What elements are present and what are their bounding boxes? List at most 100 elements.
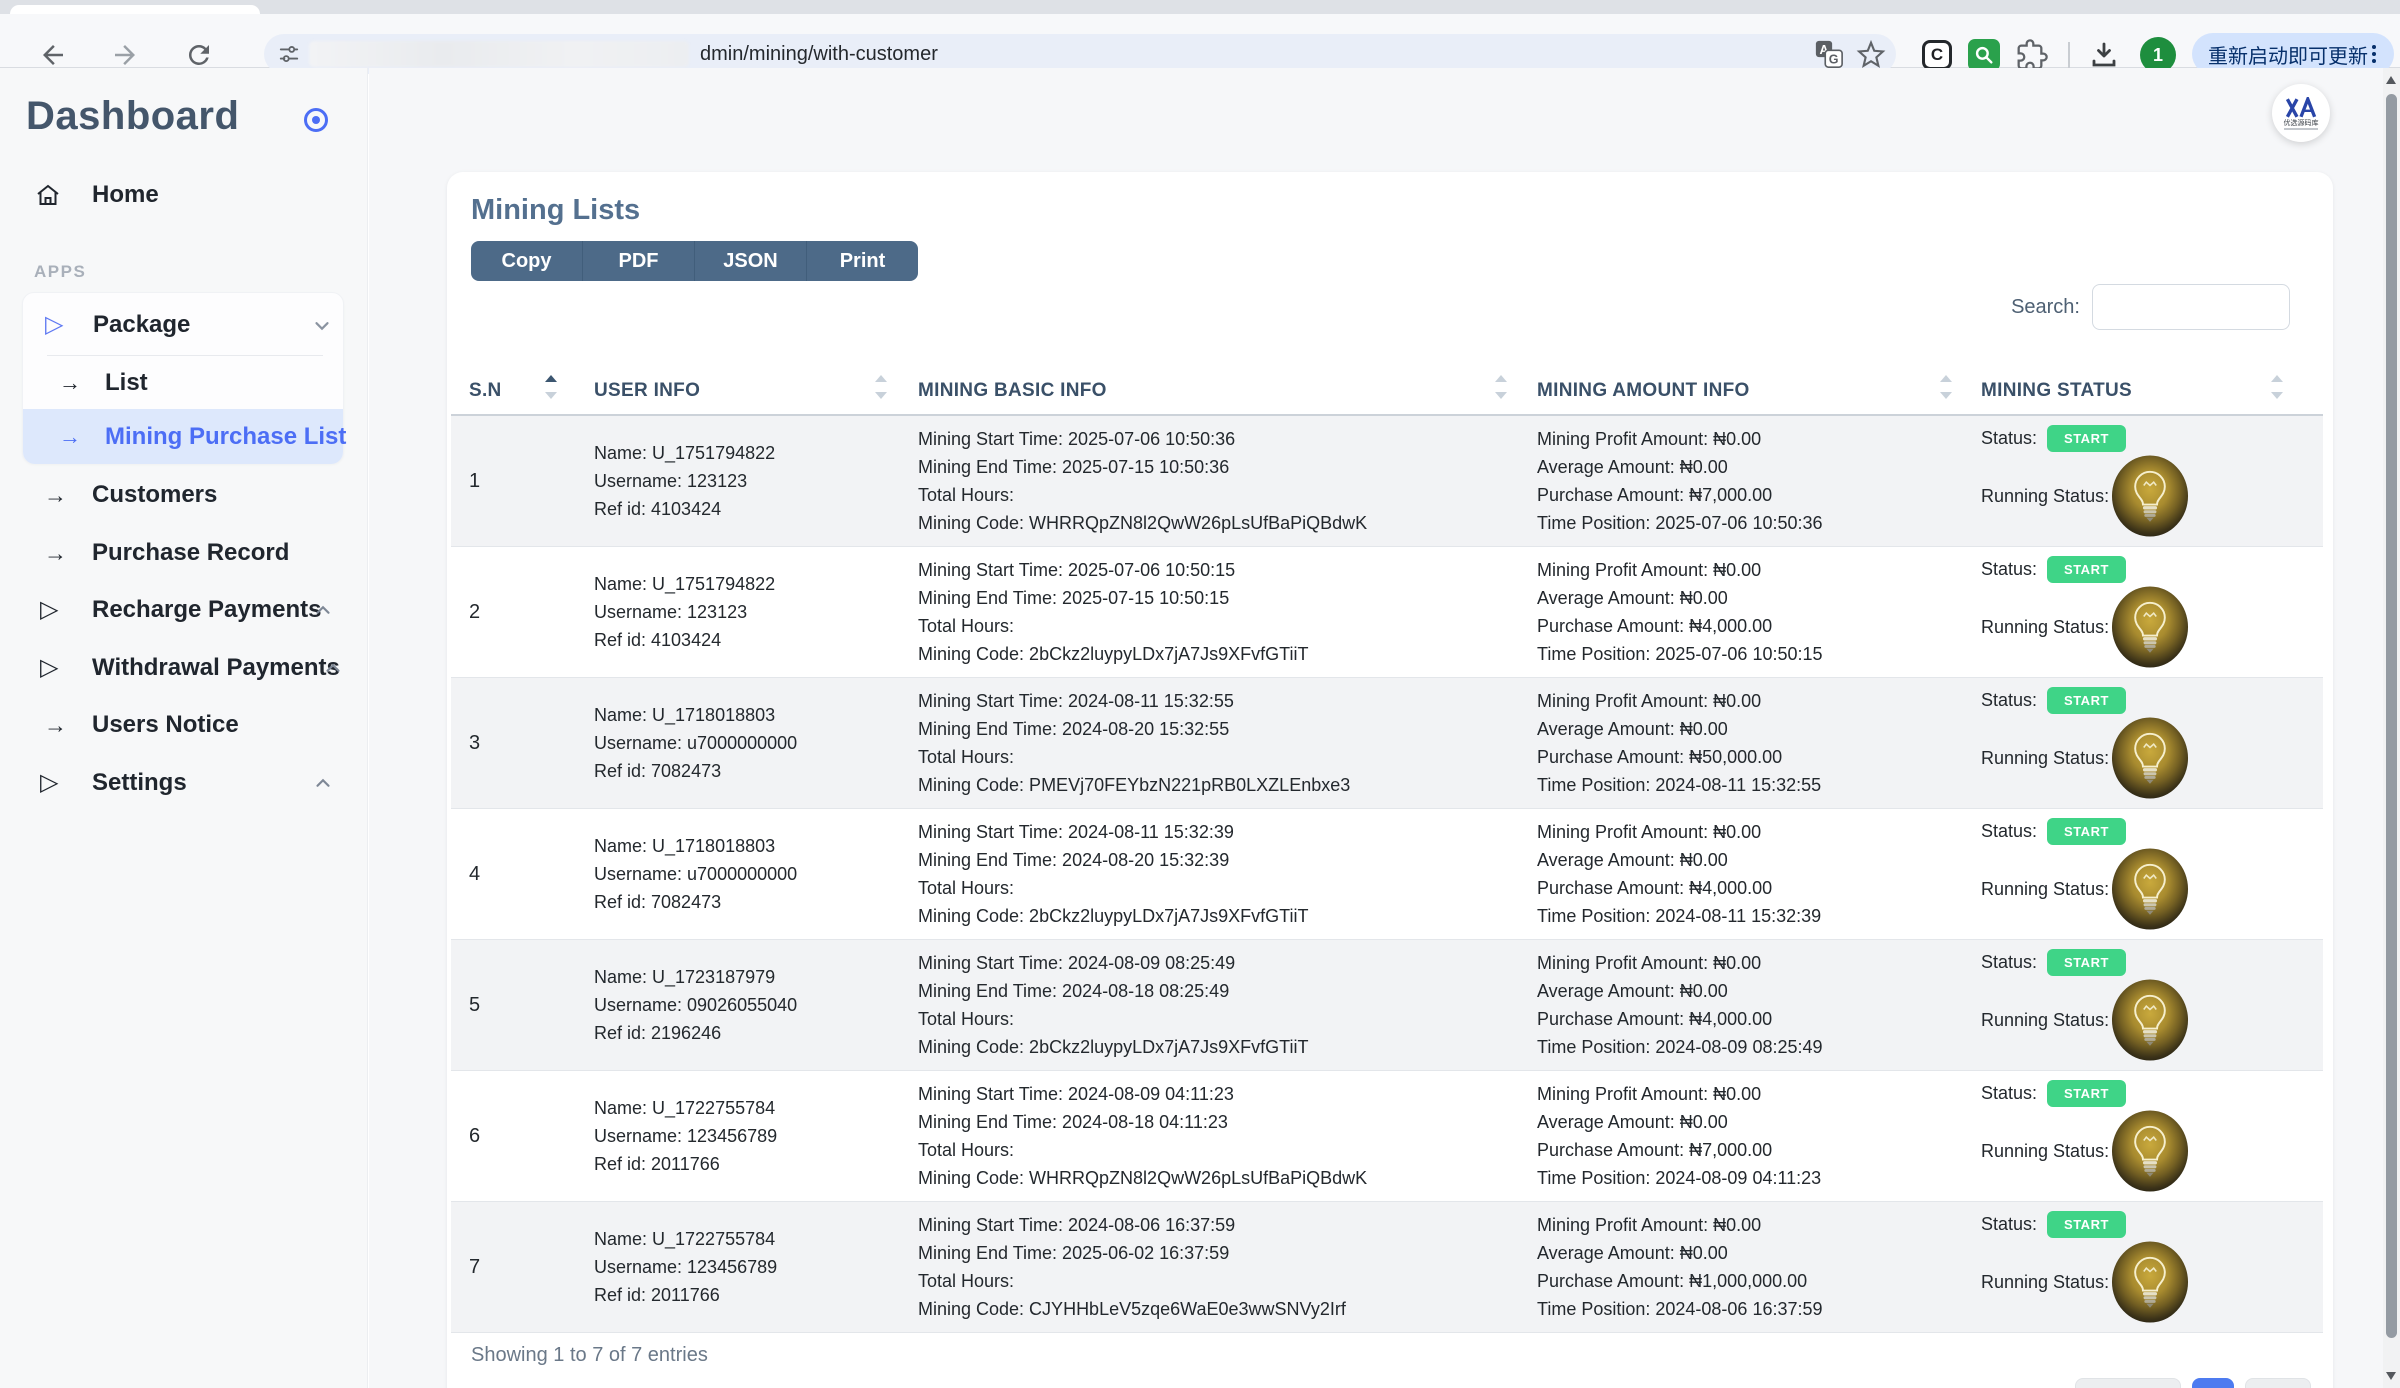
cell-mining-status: Status:STARTRunning Status: — [1972, 416, 2323, 546]
forward-icon[interactable] — [110, 40, 140, 70]
sidebar-item-withdrawal-payments[interactable]: ▷ Withdrawal Payments — [0, 645, 368, 691]
user-info-line: Username: 09026055040 — [594, 995, 907, 1016]
sidebar-item-mining-purchase-list[interactable]: → Mining Purchase List — [23, 409, 343, 464]
sidebar-item-purchase-record[interactable]: → Purchase Record — [0, 530, 368, 576]
start-status-badge[interactable]: START — [2047, 1211, 2126, 1238]
amount-info-line: Purchase Amount: ₦4,000.00 — [1537, 1009, 1972, 1030]
cell-mining-basic-info: Mining Start Time: 2025-07-06 10:50:15Mi… — [907, 547, 1527, 677]
column-header-mining-basic-info[interactable]: MINING BASIC INFO — [907, 368, 1527, 414]
package-menu-group: ▷ Package → List → Mining Purchase List — [22, 292, 344, 464]
pagination-previous-button[interactable] — [2075, 1378, 2181, 1388]
sort-icons[interactable] — [1940, 375, 1952, 399]
column-header-mining-status[interactable]: MINING STATUS — [1972, 368, 2323, 414]
running-status-bulb-icon[interactable] — [2111, 717, 2189, 799]
sidebar-item-users-notice[interactable]: → Users Notice — [0, 702, 368, 748]
back-icon[interactable] — [38, 40, 68, 70]
sidebar-item-recharge-payments[interactable]: ▷ Recharge Payments — [0, 587, 368, 633]
sort-icons[interactable] — [875, 375, 887, 399]
status-line: Status:START — [1981, 1080, 2323, 1107]
basic-info-line: Mining End Time: 2024-08-18 08:25:49 — [918, 981, 1527, 1002]
downloads-icon[interactable] — [2088, 39, 2120, 71]
chevron-up-icon — [322, 657, 344, 679]
extension-search-icon[interactable] — [1968, 39, 2000, 71]
column-header-user-info[interactable]: USER INFO — [577, 368, 907, 414]
chevron-up-icon — [312, 772, 334, 794]
basic-info-line: Mining End Time: 2025-07-15 10:50:36 — [918, 457, 1527, 478]
running-status-bulb-icon[interactable] — [2111, 455, 2189, 537]
start-status-badge[interactable]: START — [2047, 818, 2126, 845]
start-status-badge[interactable]: START — [2047, 556, 2126, 583]
user-info-line: Username: u7000000000 — [594, 864, 907, 885]
running-status-line: Running Status: — [1981, 1110, 2323, 1192]
running-status-bulb-icon[interactable] — [2111, 1241, 2189, 1323]
pdf-button[interactable]: PDF — [583, 241, 695, 281]
site-settings-icon[interactable] — [278, 43, 300, 65]
print-button[interactable]: Print — [807, 241, 918, 281]
mining-lists-table: S.N USER INFO MINING BASIC INFO MINING A… — [451, 368, 2323, 1333]
start-status-badge[interactable]: START — [2047, 949, 2126, 976]
reload-icon[interactable] — [184, 40, 214, 70]
sort-icons[interactable] — [1495, 375, 1507, 399]
sidebar-item-home[interactable]: Home — [0, 172, 368, 218]
vertical-scrollbar[interactable] — [2383, 68, 2400, 1388]
sidebar-collapse-icon[interactable] — [300, 104, 332, 136]
sidebar-item-package[interactable]: ▷ Package — [23, 301, 343, 349]
extension-c-icon[interactable]: C — [1922, 40, 1952, 70]
cell-serial-number: 3 — [451, 678, 577, 808]
cell-mining-basic-info: Mining Start Time: 2024-08-11 15:32:39Mi… — [907, 809, 1527, 939]
arrow-right-icon: → — [44, 530, 67, 576]
running-status-line: Running Status: — [1981, 1241, 2323, 1323]
start-status-badge[interactable]: START — [2047, 1080, 2126, 1107]
amount-info-line: Time Position: 2024-08-09 04:11:23 — [1537, 1168, 1972, 1189]
user-info-line: Ref id: 4103424 — [594, 630, 907, 651]
running-status-bulb-icon[interactable] — [2111, 979, 2189, 1061]
user-info-line: Name: U_1718018803 — [594, 836, 907, 857]
sidebar-item-customers[interactable]: → Customers — [0, 472, 368, 518]
running-status-bulb-icon[interactable] — [2111, 1110, 2189, 1192]
cell-serial-number: 1 — [451, 416, 577, 546]
sidebar: Dashboard Home APPS ▷ Package — [0, 68, 368, 1388]
sidebar-item-list[interactable]: → List — [23, 361, 343, 405]
sort-icons[interactable] — [2271, 375, 2283, 399]
status-label: Status: — [1981, 690, 2037, 711]
column-header-mining-amount-info[interactable]: MINING AMOUNT INFO — [1527, 368, 1972, 414]
sidebar-item-settings[interactable]: ▷ Settings — [0, 760, 368, 806]
search-input[interactable] — [2092, 284, 2290, 330]
pagination-current-page-button[interactable] — [2192, 1378, 2234, 1388]
start-status-badge[interactable]: START — [2047, 687, 2126, 714]
running-status-bulb-icon[interactable] — [2111, 586, 2189, 668]
cell-mining-amount-info: Mining Profit Amount: ₦0.00Average Amoun… — [1527, 547, 1972, 677]
running-status-label: Running Status: — [1981, 748, 2109, 769]
running-status-label: Running Status: — [1981, 1010, 2109, 1031]
scrollbar-down-arrow-icon[interactable] — [2386, 1372, 2396, 1380]
status-line: Status: START — [1981, 1211, 2323, 1238]
amount-info-line: Mining Profit Amount: ₦0.00 — [1537, 822, 1972, 843]
browser-tab[interactable] — [10, 5, 260, 14]
start-status-badge[interactable]: START — [2047, 425, 2126, 452]
amount-info-line: Purchase Amount: ₦4,000.00 — [1537, 616, 1972, 637]
brand-avatar[interactable]: 优选源码库 — [2272, 84, 2330, 142]
column-header-sn[interactable]: S.N — [451, 368, 577, 414]
copy-button[interactable]: Copy — [471, 241, 583, 281]
basic-info-line: Mining Code: CJYHHbLeV5zqe6WaE0e3wwSNVy2… — [918, 1299, 1527, 1320]
search-row: Search: — [2011, 284, 2290, 330]
bookmark-star-icon[interactable] — [1856, 39, 1886, 69]
scrollbar-up-arrow-icon[interactable] — [2386, 76, 2396, 84]
mining-lists-card: Mining Lists Copy PDF JSON Print Search:… — [447, 172, 2333, 1388]
translate-icon[interactable]: A G — [1814, 39, 1844, 69]
json-button[interactable]: JSON — [695, 241, 807, 281]
amount-info-line: Mining Profit Amount: ₦0.00 — [1537, 560, 1972, 581]
amount-info-line: Purchase Amount: ₦4,000.00 — [1537, 878, 1972, 899]
menu-kebab-icon[interactable] — [2372, 52, 2376, 56]
amount-info-line: Time Position: 2024-08-06 16:37:59 — [1537, 1299, 1972, 1320]
sort-icons[interactable] — [545, 375, 557, 399]
scrollbar-thumb[interactable] — [2386, 94, 2397, 1338]
sidebar-item-label: List — [105, 361, 148, 405]
basic-info-line: Mining Code: WHRRQpZN8l2QwW26pLsUfBaPiQB… — [918, 1168, 1527, 1189]
extensions-puzzle-icon[interactable] — [2016, 39, 2048, 71]
running-status-bulb-icon[interactable] — [2111, 848, 2189, 930]
status-label: Status: — [1981, 1214, 2037, 1235]
basic-info-line: Total Hours: — [918, 1140, 1527, 1161]
cell-user-info: Name: U_1722755784Username: 123456789Ref… — [577, 1071, 907, 1201]
pagination-next-button[interactable] — [2245, 1378, 2311, 1388]
